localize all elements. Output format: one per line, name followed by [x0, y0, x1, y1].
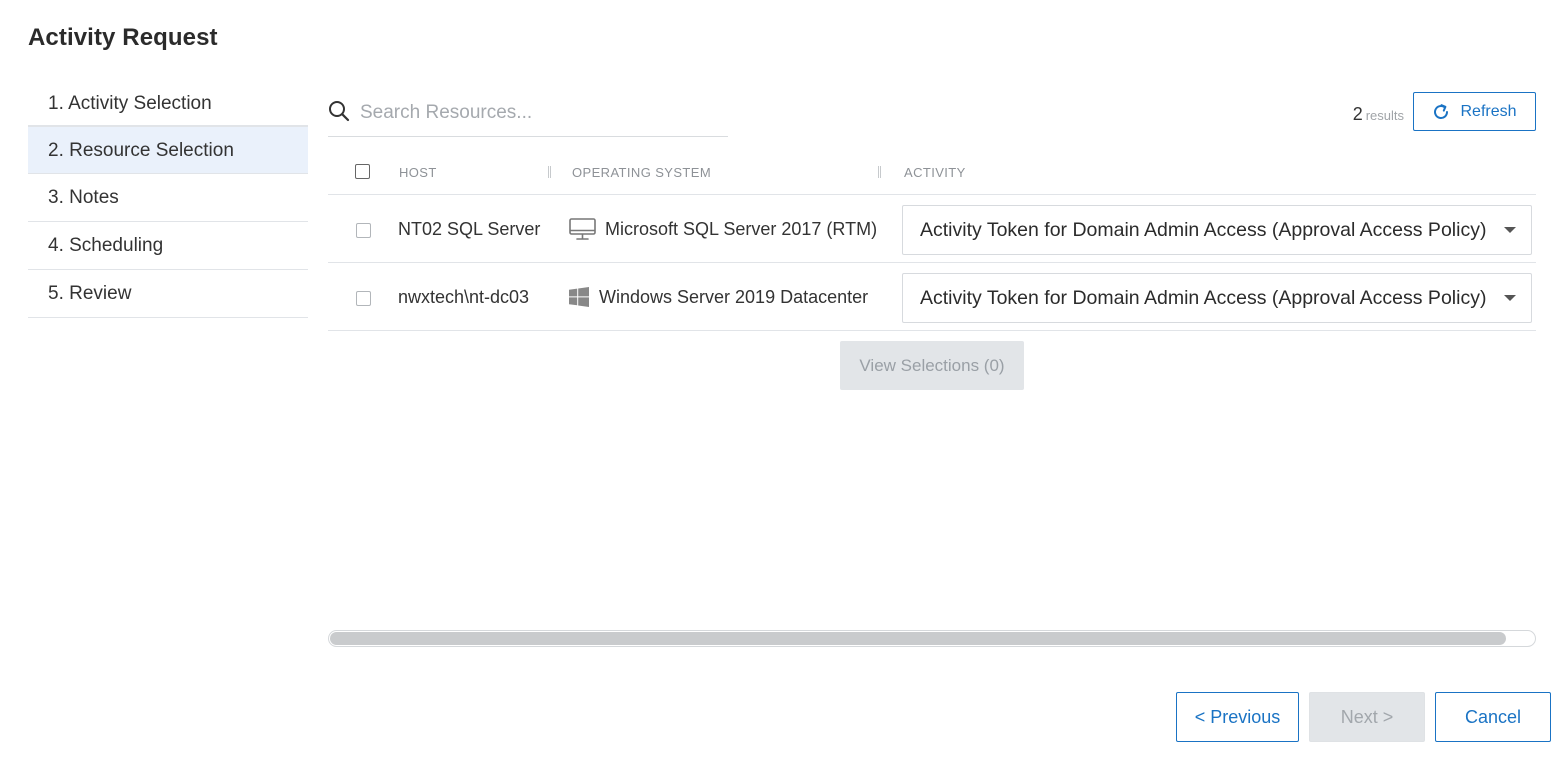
- column-header-host[interactable]: HOST: [399, 165, 437, 180]
- select-all-checkbox[interactable]: [355, 164, 370, 179]
- refresh-button[interactable]: Refresh: [1413, 92, 1536, 131]
- horizontal-scrollbar[interactable]: [328, 630, 1536, 647]
- activity-select-value: Activity Token for Domain Admin Access (…: [920, 287, 1487, 309]
- step-scheduling[interactable]: 4. Scheduling: [28, 222, 308, 270]
- steps-sidebar: 1. Activity Selection 2. Resource Select…: [28, 80, 308, 318]
- row-checkbox[interactable]: [356, 223, 371, 238]
- step-notes[interactable]: 3. Notes: [28, 174, 308, 222]
- host-cell: nwxtech\nt-dc03: [398, 287, 530, 307]
- table-row: NT02 SQL Server Microsoft SQL Server 201…: [328, 195, 1536, 263]
- table-header: HOST OPERATING SYSTEM ACTIVITY: [328, 150, 1536, 195]
- previous-button[interactable]: < Previous: [1176, 692, 1299, 742]
- step-activity-selection[interactable]: 1. Activity Selection: [28, 80, 308, 126]
- step-review[interactable]: 5. Review: [28, 270, 308, 318]
- results-label: results: [1365, 108, 1404, 123]
- os-name: Windows Server 2019 Datacenter: [599, 286, 869, 307]
- windows-icon: [569, 287, 589, 307]
- column-header-operating-system[interactable]: OPERATING SYSTEM: [572, 165, 711, 180]
- column-resize-handle[interactable]: [548, 166, 551, 178]
- os-cell: Microsoft SQL Server 2017 (RTM): [569, 215, 877, 243]
- scrollbar-thumb[interactable]: [330, 632, 1506, 645]
- refresh-icon: [1434, 103, 1449, 119]
- table-row: nwxtech\nt-dc03 Windows Server 2019 Data…: [328, 263, 1536, 331]
- column-resize-handle[interactable]: [878, 166, 881, 178]
- activity-select[interactable]: Activity Token for Domain Admin Access (…: [902, 205, 1532, 255]
- results-number: 2: [1352, 104, 1363, 124]
- search-icon[interactable]: [328, 100, 350, 122]
- results-count: 2 results: [1340, 104, 1404, 125]
- cancel-button[interactable]: Cancel: [1435, 692, 1551, 742]
- resources-table: HOST OPERATING SYSTEM ACTIVITY NT02 SQL …: [328, 150, 1536, 331]
- os-name: Microsoft SQL Server 2017 (RTM): [605, 218, 878, 239]
- refresh-label: Refresh: [1460, 102, 1517, 120]
- step-resource-selection[interactable]: 2. Resource Selection: [28, 126, 308, 174]
- column-header-activity[interactable]: ACTIVITY: [904, 165, 966, 180]
- caret-down-icon: [1504, 295, 1516, 301]
- page-title: Activity Request: [28, 24, 218, 51]
- search-box: [328, 92, 728, 137]
- host-cell: NT02 SQL Server: [398, 219, 541, 239]
- search-input[interactable]: [358, 98, 718, 128]
- next-button[interactable]: Next >: [1309, 692, 1425, 742]
- activity-select[interactable]: Activity Token for Domain Admin Access (…: [902, 273, 1532, 323]
- view-selections-button[interactable]: View Selections (0): [840, 341, 1024, 390]
- activity-select-value: Activity Token for Domain Admin Access (…: [920, 219, 1487, 241]
- row-checkbox[interactable]: [356, 291, 371, 306]
- os-cell: Windows Server 2019 Datacenter: [569, 283, 868, 311]
- monitor-icon: [569, 218, 596, 240]
- caret-down-icon: [1504, 227, 1516, 233]
